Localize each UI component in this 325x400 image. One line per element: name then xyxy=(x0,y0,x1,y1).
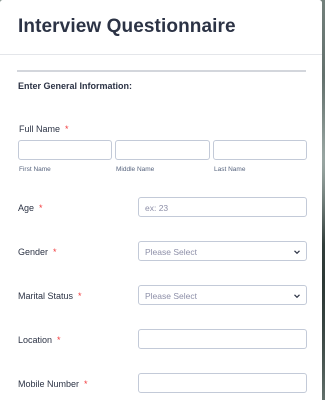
middle-name-input[interactable] xyxy=(115,140,210,160)
mobile-number-label-text: Mobile Number xyxy=(18,379,80,389)
first-name-sublabel: First Name xyxy=(19,166,51,173)
mobile-number-input[interactable] xyxy=(138,373,307,393)
required-mark: * xyxy=(84,379,88,389)
chevron-down-icon xyxy=(294,250,300,255)
gender-selected-value: Please Select xyxy=(145,247,197,257)
gender-label-text: Gender xyxy=(18,247,49,257)
section-divider xyxy=(17,70,306,72)
middle-name-sublabel: Middle Name xyxy=(116,166,155,173)
marital-status-label: Marital Status * xyxy=(18,291,82,301)
location-label-text: Location xyxy=(18,335,53,345)
form-header: Interview Questionnaire xyxy=(0,0,322,55)
form-card: Interview Questionnaire Enter General In… xyxy=(0,0,322,400)
age-label: Age * xyxy=(18,203,43,213)
gender-select[interactable]: Please Select xyxy=(138,241,307,261)
form-title: Interview Questionnaire xyxy=(18,16,236,37)
location-label: Location * xyxy=(18,335,61,345)
required-mark: * xyxy=(57,335,61,345)
age-input[interactable]: ex: 23 xyxy=(138,197,307,217)
full-name-label: Full Name * xyxy=(19,124,69,134)
marital-status-selected-value: Please Select xyxy=(145,291,197,301)
required-mark: * xyxy=(39,203,43,213)
required-mark: * xyxy=(78,291,82,301)
required-mark: * xyxy=(65,124,69,134)
last-name-input[interactable] xyxy=(213,140,307,160)
chevron-down-icon xyxy=(294,294,300,299)
marital-status-select[interactable]: Please Select xyxy=(138,285,307,305)
full-name-label-text: Full Name xyxy=(19,124,61,134)
age-label-text: Age xyxy=(18,203,35,213)
location-input[interactable] xyxy=(138,329,307,349)
gender-label: Gender * xyxy=(18,247,57,257)
age-placeholder: ex: 23 xyxy=(145,203,169,213)
first-name-input[interactable] xyxy=(18,140,112,160)
mobile-number-label: Mobile Number * xyxy=(18,379,88,389)
required-mark: * xyxy=(53,247,57,257)
section-label: Enter General Information: xyxy=(18,81,133,91)
marital-status-label-text: Marital Status xyxy=(18,291,74,301)
last-name-sublabel: Last Name xyxy=(214,166,246,173)
